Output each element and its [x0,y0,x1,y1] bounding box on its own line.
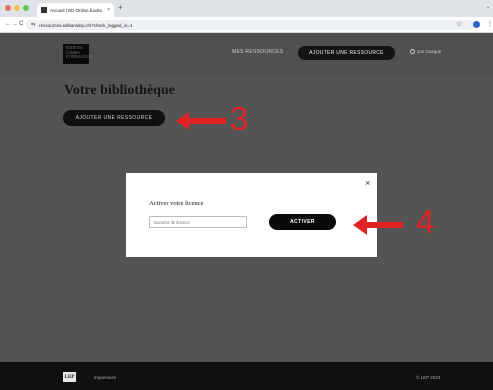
address-bar[interactable]: ⇆ ressources.editionslep.ch/?check_logge… [26,20,476,30]
user-menu[interactable]: Jon Gasque [410,49,441,54]
star-icon[interactable]: ☆ [456,20,462,28]
copyright-text: © LEP 2023 [416,375,441,380]
add-resource-button[interactable]: AJOUTER UNE RESSOURCE [63,110,165,126]
profile-avatar[interactable] [473,21,480,28]
footer-logo[interactable]: LEP [63,372,76,382]
nav-mes-ressources[interactable]: MES RESSOURCES [232,49,283,55]
activate-licence-modal: × Activer votre licence ACTIVER [126,173,377,257]
annotation-step-3: 3 [230,100,249,137]
site-settings-icon[interactable]: ⇆ [31,22,35,28]
reload-icon[interactable]: C [19,20,23,28]
minimize-window-dot[interactable] [14,5,20,11]
tab-close-icon[interactable]: × [107,7,110,13]
page-title: Votre bibliothèque [64,83,175,98]
user-name: Jon Gasque [417,49,442,54]
close-icon[interactable]: × [365,179,370,188]
maximize-window-dot[interactable] [23,5,29,11]
site-logo[interactable]: ÉDITIONS LOISIRS ET PÉDAGOGIE [63,44,92,64]
arrow-left-icon [353,215,403,235]
browser-menu-icon[interactable]: ⋮ [487,20,493,27]
close-window-dot[interactable] [5,5,11,11]
back-arrow-icon[interactable]: ← [5,20,11,28]
licence-number-input[interactable] [149,216,247,228]
favicon-icon [41,7,47,13]
modal-title: Activer votre licence [149,200,204,207]
annotation-step-4: 4 [416,203,435,240]
browser-tab[interactable]: Accueil | ED Online books × [37,3,114,17]
url-text: ressources.editionslep.ch/?check_logged_… [39,22,133,28]
arrow-left-icon [176,112,226,130]
user-icon [410,49,415,54]
browser-tab-bar: Accueil | ED Online books × + ⌄ [0,0,493,17]
impressum-link[interactable]: Impressum [94,375,116,380]
tab-list-icon[interactable]: ⌄ [486,4,490,10]
browser-toolbar: ← → C ⇆ ressources.editionslep.ch/?check… [0,17,493,33]
logo-line: ET PÉDAGOGIE [66,55,92,60]
forward-arrow-icon[interactable]: → [12,20,18,28]
nav-add-resource-button[interactable]: AJOUTER UNE RESSOURCE [298,46,395,60]
tab-title: Accueil | ED Online books [50,7,102,13]
activate-button[interactable]: ACTIVER [269,214,336,230]
new-tab-button[interactable]: + [118,4,123,12]
